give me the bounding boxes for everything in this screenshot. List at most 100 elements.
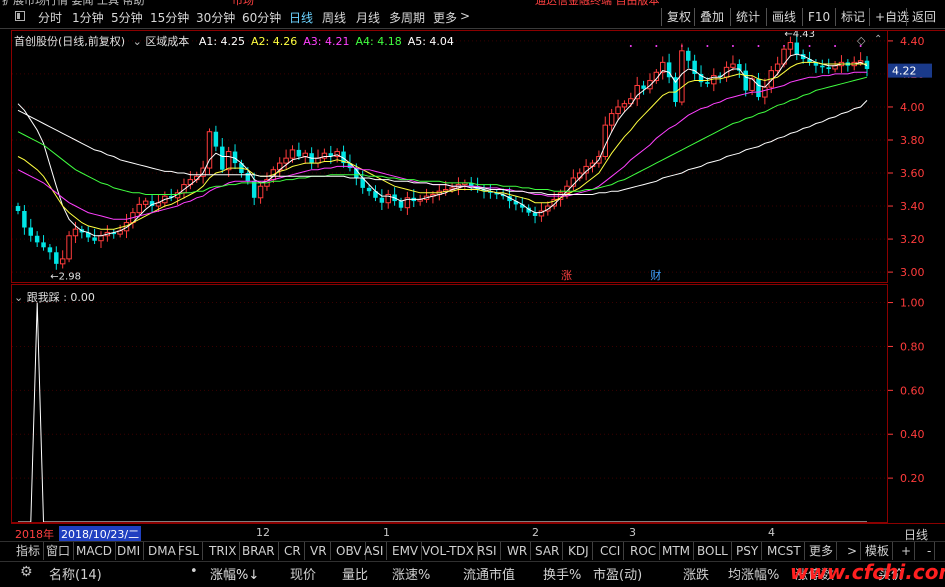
candle-body bbox=[705, 82, 710, 84]
collapse-icon[interactable]: ⌄ bbox=[133, 35, 142, 48]
candle-body bbox=[41, 242, 46, 248]
column-header-2[interactable]: 涨幅%↓ bbox=[210, 564, 259, 583]
sub-tick-label: 0.80 bbox=[900, 340, 925, 353]
candle-body bbox=[621, 103, 628, 108]
sub-indicator-name: 跟我踩 bbox=[26, 291, 60, 304]
candle-body bbox=[762, 86, 768, 98]
series-a5 bbox=[17, 100, 868, 195]
tab-indicator[interactable]: 指标 bbox=[13, 542, 45, 560]
candle-body bbox=[66, 235, 72, 260]
high-price-label: ←4.43 bbox=[784, 31, 815, 40]
stats-button[interactable]: 统计 bbox=[730, 8, 765, 26]
column-header-9[interactable]: 涨跌 bbox=[683, 564, 709, 583]
tab-窗口[interactable]: 窗口 bbox=[43, 542, 75, 560]
tab-trix[interactable]: TRIX bbox=[206, 542, 241, 560]
candle-body bbox=[15, 206, 21, 211]
marker-dot bbox=[629, 45, 632, 47]
time-label-cursor-date: 2018/10/23/二 bbox=[59, 526, 142, 542]
column-header-10[interactable]: 均涨幅% bbox=[728, 564, 779, 583]
sub-tick-label: 0.20 bbox=[900, 472, 925, 485]
tab-cci[interactable]: CCI bbox=[597, 542, 625, 560]
legend-a3: A3: 4.21 bbox=[303, 35, 350, 48]
f10-button[interactable]: F10 bbox=[802, 8, 835, 26]
more-arrow-icon[interactable]: > bbox=[460, 9, 470, 23]
column-header-1[interactable]: • bbox=[190, 564, 198, 579]
price-tick-label: 4.40 bbox=[900, 35, 925, 48]
candle-body bbox=[225, 151, 232, 171]
period-15min[interactable]: 15分钟 bbox=[150, 9, 189, 26]
legend-a4: A4: 4.18 bbox=[355, 35, 402, 48]
column-header-4[interactable]: 量比 bbox=[342, 564, 368, 583]
period-more[interactable]: 更多 bbox=[433, 9, 457, 26]
indicator-name: 区域成本 bbox=[145, 35, 190, 48]
tab-roc[interactable]: ROC bbox=[627, 542, 661, 560]
candle-body bbox=[379, 197, 385, 203]
tab-psy[interactable]: PSY bbox=[733, 542, 763, 560]
column-header-0[interactable]: 名称(14) bbox=[49, 564, 102, 583]
event-badge[interactable]: 财 bbox=[650, 268, 661, 282]
period-5min[interactable]: 5分钟 bbox=[111, 9, 143, 26]
tab-brar[interactable]: BRAR bbox=[239, 542, 279, 560]
candle-body bbox=[743, 70, 748, 91]
tab-vol-tdx[interactable]: VOL-TDX bbox=[419, 542, 478, 560]
marker-dot bbox=[834, 45, 837, 47]
period-monthly[interactable]: 月线 bbox=[356, 9, 380, 26]
period-weekly[interactable]: 周线 bbox=[322, 9, 346, 26]
tab-sar[interactable]: SAR bbox=[532, 542, 564, 560]
price-tick-label: 3.80 bbox=[900, 134, 925, 147]
period-fenshi[interactable]: 分时 bbox=[38, 9, 62, 26]
diamond-icon-1[interactable]: ◇ bbox=[857, 34, 865, 47]
tab-asi[interactable]: ASI bbox=[361, 542, 388, 560]
tab-kdj[interactable]: KDJ bbox=[565, 542, 593, 560]
candle-body bbox=[59, 258, 66, 265]
tab-boll[interactable]: BOLL bbox=[694, 542, 732, 560]
candle-body bbox=[608, 113, 615, 126]
collapse-panel-icon[interactable]: ⌃ bbox=[874, 34, 882, 45]
tab-rsi[interactable]: RSI bbox=[474, 542, 501, 560]
tab-vr[interactable]: VR bbox=[307, 542, 331, 560]
collapse-icon[interactable]: ⌄ bbox=[14, 291, 23, 304]
sub-indicator-panel[interactable]: ⌄ 跟我踩 : 0.00 bbox=[11, 284, 888, 523]
main-kline-panel[interactable]: ←4.43 ←2.98 涨 财 首创股份(日线,前复权) ⌄ 区域成本 A1: 4.2… bbox=[11, 30, 888, 283]
tab-emv[interactable]: EMV bbox=[389, 542, 423, 560]
column-header-6[interactable]: 流通市值 bbox=[463, 564, 515, 583]
tab-macd[interactable]: MACD bbox=[73, 542, 116, 560]
period-30min[interactable]: 30分钟 bbox=[196, 9, 235, 26]
kline-chart: ←4.43 ←2.98 涨 财 bbox=[12, 31, 887, 282]
tab-scroll-right-icon[interactable]: > bbox=[844, 542, 862, 560]
remove-panel-button[interactable]: - bbox=[924, 542, 936, 560]
mark-button[interactable]: 标记 bbox=[835, 8, 870, 26]
add-panel-button[interactable]: + bbox=[898, 542, 916, 560]
tab-fsl[interactable]: FSL bbox=[175, 542, 203, 560]
time-label-12: 12 bbox=[256, 526, 270, 539]
sub-indicator-chart bbox=[12, 302, 887, 522]
period-60min[interactable]: 60分钟 bbox=[242, 9, 281, 26]
candle-body bbox=[794, 42, 800, 55]
overlay-button[interactable]: 叠加 bbox=[694, 8, 729, 26]
back-button[interactable]: 返回 bbox=[906, 8, 941, 26]
tab-cr[interactable]: CR bbox=[281, 542, 305, 560]
fuquan-button[interactable]: 复权 bbox=[661, 8, 696, 26]
tab-mtm[interactable]: MTM bbox=[659, 542, 695, 560]
candle-body bbox=[220, 146, 225, 170]
period-1min[interactable]: 1分钟 bbox=[72, 9, 104, 26]
column-header-7[interactable]: 换手% bbox=[543, 564, 581, 583]
period-toolbar: 分时 1分钟 5分钟 15分钟 30分钟 60分钟 日线 周线 月线 多周期 更… bbox=[0, 6, 945, 29]
period-daily[interactable]: 日线 bbox=[289, 9, 313, 26]
window-toggle-icon[interactable] bbox=[15, 11, 25, 21]
tab-mcst[interactable]: MCST bbox=[764, 542, 805, 560]
tab-wr[interactable]: WR bbox=[504, 542, 532, 560]
column-header-8[interactable]: 市盈(动) bbox=[593, 564, 642, 583]
sub-legend: ⌄ 跟我踩 : 0.00 bbox=[14, 289, 95, 305]
legend-a1: A1: 4.25 bbox=[198, 35, 246, 48]
tab-dmi[interactable]: DMI bbox=[114, 542, 145, 560]
settings-gear-icon[interactable]: ⚙ bbox=[20, 564, 33, 580]
event-badge[interactable]: 涨 bbox=[561, 269, 572, 282]
draw-button[interactable]: 画线 bbox=[766, 8, 801, 26]
template-button[interactable]: 模板 bbox=[862, 542, 894, 560]
column-header-3[interactable]: 现价 bbox=[290, 564, 316, 583]
candle-body bbox=[289, 149, 296, 159]
tab-更多[interactable]: 更多 bbox=[806, 542, 838, 560]
period-multi[interactable]: 多周期 bbox=[389, 9, 425, 26]
column-header-5[interactable]: 涨速% bbox=[392, 564, 430, 583]
